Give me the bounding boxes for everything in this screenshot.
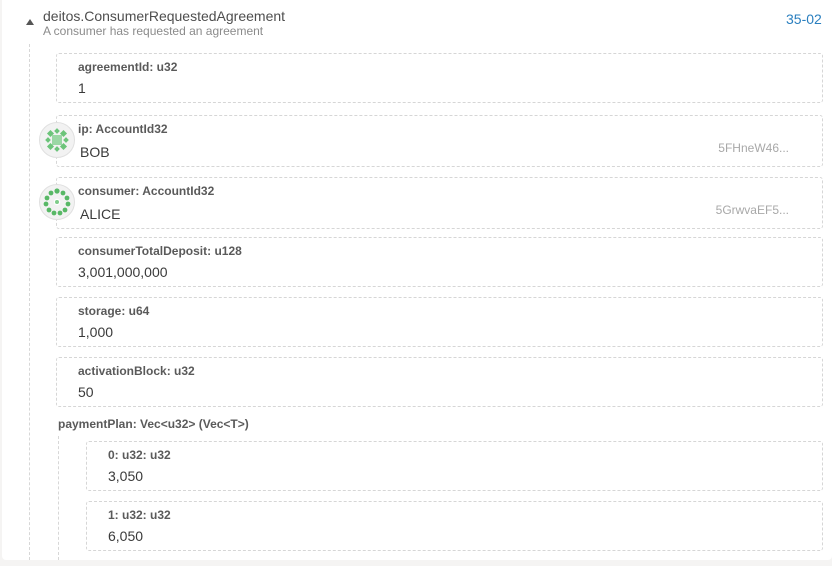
field-label: agreementId: u32 — [78, 60, 178, 74]
field-value: 3,001,000,000 — [78, 264, 168, 280]
payment-plan-label: paymentPlan: Vec<u32> (Vec<T>) — [58, 417, 249, 431]
field-value: 1 — [78, 80, 86, 96]
field-agreement-id: agreementId: u32 1 — [56, 53, 823, 103]
payment-plan-connector — [58, 436, 59, 560]
event-description: A consumer has requested an agreement — [43, 24, 264, 38]
field-activation-block: activationBlock: u32 50 — [56, 357, 823, 407]
identicon-alice-icon — [43, 188, 71, 216]
event-index-link[interactable]: 35-02 — [786, 11, 822, 27]
field-ip: ip: AccountId32 BOB 5FHneW46... — [56, 115, 823, 167]
field-value: 1,000 — [78, 324, 114, 340]
field-label: activationBlock: u32 — [78, 364, 195, 378]
account-address[interactable]: 5GrwvaEF5... — [716, 203, 789, 217]
triangle-up-icon — [26, 19, 34, 25]
field-label: 1: u32: u32 — [108, 508, 171, 522]
identicon-bob-icon — [45, 128, 69, 152]
field-label: ip: AccountId32 — [78, 122, 168, 136]
event-name: deitos.ConsumerRequestedAgreement — [43, 8, 286, 24]
collapse-toggle[interactable] — [24, 17, 36, 27]
tree-connector — [29, 44, 30, 560]
field-label: consumerTotalDeposit: u128 — [78, 244, 242, 258]
payment-plan-item: 1: u32: u32 6,050 — [86, 501, 823, 551]
field-label: storage: u64 — [78, 304, 150, 318]
field-label: 0: u32: u32 — [108, 448, 171, 462]
payment-plan-item: 0: u32: u32 3,050 — [86, 441, 823, 491]
identicon-icon[interactable] — [39, 122, 75, 158]
field-value: 50 — [78, 384, 94, 400]
field-consumer-total-deposit: consumerTotalDeposit: u128 3,001,000,000 — [56, 237, 823, 287]
field-value: 6,050 — [108, 528, 144, 544]
field-storage: storage: u64 1,000 — [56, 297, 823, 347]
field-consumer: consumer: AccountId32 ALICE 5GrwvaEF5... — [56, 177, 823, 229]
field-label: consumer: AccountId32 — [78, 184, 215, 198]
account-address[interactable]: 5FHneW46... — [718, 141, 789, 155]
identicon-icon[interactable] — [39, 184, 75, 220]
field-value: 3,050 — [108, 468, 144, 484]
account-name[interactable]: ALICE — [80, 206, 120, 222]
event-panel: deitos.ConsumerRequestedAgreement A cons… — [2, 0, 832, 560]
account-name[interactable]: BOB — [80, 144, 110, 160]
